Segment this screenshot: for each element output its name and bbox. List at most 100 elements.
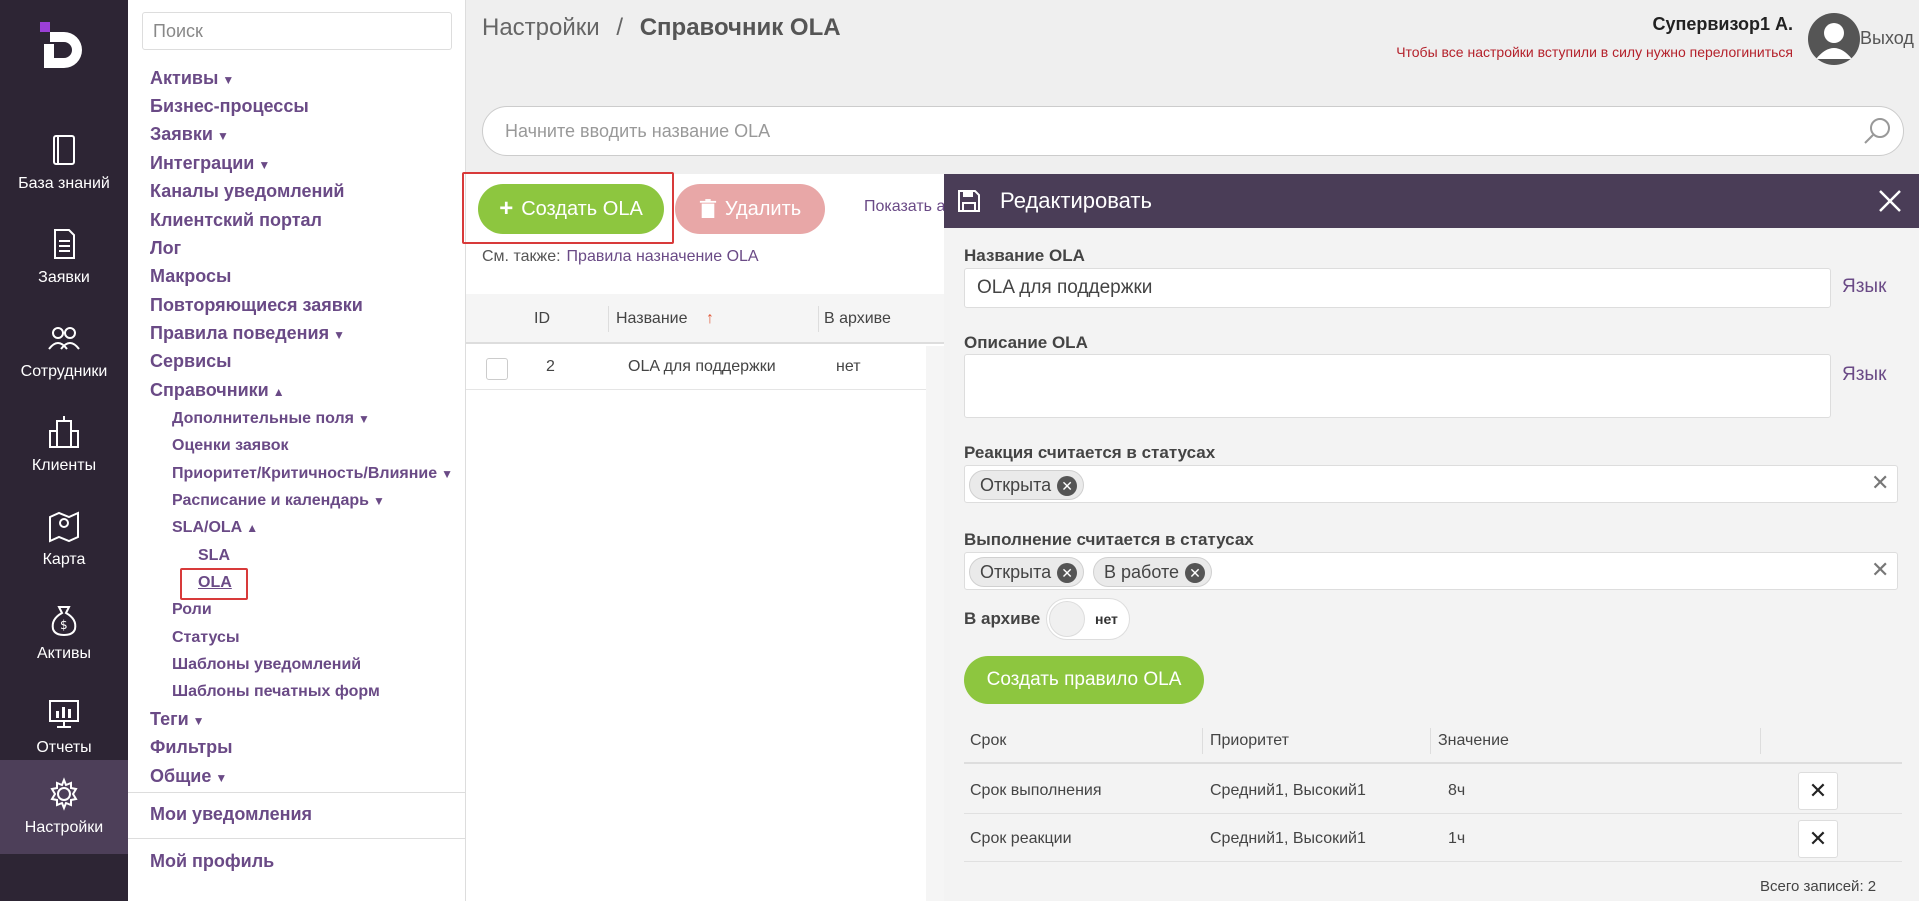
- rail-item-label: Активы: [36, 645, 92, 662]
- clear-icon[interactable]: ✕: [1871, 470, 1889, 496]
- rail-item-requests[interactable]: Заявки: [0, 210, 128, 304]
- sidebar-item-statuses[interactable]: Статусы: [172, 629, 240, 647]
- settings-sidebar: Поиск Активы ▼ Бизнес-процессы Заявки ▼ Ин…: [128, 0, 466, 901]
- delete-rule-button[interactable]: ✕: [1798, 820, 1838, 858]
- sidebar-item-requests[interactable]: Заявки ▼: [150, 124, 229, 145]
- sidebar-item-my-profile[interactable]: Мой профиль: [150, 851, 274, 872]
- table-row[interactable]: 2 OLA для поддержки нет: [466, 346, 944, 390]
- row-checkbox[interactable]: [486, 358, 508, 380]
- sidebar-item-notification-templates[interactable]: Шаблоны уведомлений: [172, 656, 361, 674]
- rule-value: 8ч: [1448, 782, 1466, 799]
- avatar[interactable]: [1808, 13, 1860, 65]
- description-label: Описание OLA: [964, 333, 1088, 352]
- see-also: См. также: Правила назначение OLA: [482, 248, 759, 266]
- description-language-link[interactable]: Язык: [1842, 364, 1886, 386]
- close-icon[interactable]: [1876, 187, 1904, 215]
- sidebar-item-client-portal[interactable]: Клиентский портал: [150, 210, 322, 231]
- close-icon: ✕: [1808, 826, 1828, 851]
- remove-tag-icon[interactable]: ✕: [1057, 563, 1078, 583]
- sidebar-item-log[interactable]: Лог: [150, 238, 181, 259]
- sidebar-item-behavior-rules[interactable]: Правила поведения ▼: [150, 323, 345, 344]
- rail-item-clients[interactable]: Клиенты: [0, 398, 128, 492]
- sidebar-item-my-notifications[interactable]: Мои уведомления: [150, 804, 312, 825]
- column-header-id[interactable]: ID: [534, 310, 550, 328]
- sidebar-item-priority[interactable]: Приоритет/Критичность/Влияние ▼: [172, 465, 453, 483]
- save-icon[interactable]: [958, 190, 980, 212]
- sidebar-item-business-processes[interactable]: Бизнес-процессы: [150, 96, 309, 117]
- ola-table-header: ID Название ↑ В архиве: [466, 294, 944, 344]
- sidebar-item-filters[interactable]: Фильтры: [150, 737, 233, 758]
- column-header-archived[interactable]: В архиве: [824, 310, 891, 328]
- rail-item-employees[interactable]: Сотрудники: [0, 304, 128, 398]
- rail-item-label: Отчеты: [36, 739, 92, 756]
- sidebar-item-extra-fields[interactable]: Дополнительные поля ▼: [172, 410, 370, 428]
- execution-statuses-select[interactable]: Открыта ✕ В работе ✕ ✕: [964, 552, 1898, 590]
- app-logo[interactable]: [40, 22, 88, 70]
- sidebar-item-notification-channels[interactable]: Каналы уведомлений: [150, 181, 344, 202]
- ola-name-field[interactable]: OLA для поддержки: [964, 268, 1831, 308]
- ola-search-input[interactable]: Начните вводить название OLA: [482, 106, 1904, 156]
- sidebar-item-references[interactable]: Справочники ▲: [150, 380, 285, 401]
- delete-rule-button[interactable]: ✕: [1798, 772, 1838, 810]
- create-highlight-box: [462, 172, 674, 244]
- edit-panel-header: Редактировать: [944, 174, 1919, 228]
- table-row[interactable]: Срок выполнения Средний1, Высокий1 8ч ✕: [964, 766, 1902, 814]
- status-tag: Открыта ✕: [969, 557, 1085, 587]
- column-header-value[interactable]: Значение: [1438, 732, 1509, 750]
- sidebar-item-sla[interactable]: SLA: [198, 547, 230, 565]
- remove-tag-icon[interactable]: ✕: [1185, 563, 1206, 583]
- create-ola-rule-button[interactable]: Создать правило OLA: [964, 656, 1204, 704]
- column-header-name[interactable]: Название ↑: [616, 310, 714, 328]
- column-header-priority[interactable]: Приоритет: [1210, 732, 1289, 750]
- sidebar-search-input[interactable]: Поиск: [142, 12, 452, 50]
- gear-icon: [50, 777, 78, 811]
- sidebar-item-schedule[interactable]: Расписание и календарь ▼: [172, 492, 385, 510]
- sidebar-item-integrations[interactable]: Интеграции ▼: [150, 153, 270, 174]
- sidebar-item-general[interactable]: Общие ▼: [150, 766, 227, 787]
- sidebar-item-request-ratings[interactable]: Оценки заявок: [172, 437, 289, 455]
- clear-icon[interactable]: ✕: [1871, 557, 1889, 583]
- edit-panel-title: Редактировать: [1000, 188, 1152, 213]
- show-archive-link[interactable]: Показать а: [864, 198, 944, 216]
- toggle-knob: [1049, 601, 1085, 637]
- user-icon: [1816, 23, 1852, 59]
- column-divider: [818, 306, 819, 332]
- rail-item-settings[interactable]: Настройки: [0, 760, 128, 854]
- sidebar-item-sla-ola[interactable]: SLA/OLA ▲: [172, 519, 258, 537]
- search-icon[interactable]: [1862, 116, 1892, 146]
- rail-item-assets[interactable]: $ Активы: [0, 586, 128, 680]
- logout-link[interactable]: Выход: [1860, 28, 1914, 49]
- breadcrumb-root-link[interactable]: Настройки: [482, 14, 600, 41]
- svg-text:$: $: [60, 618, 68, 632]
- sidebar-item-tags[interactable]: Теги ▼: [150, 709, 205, 730]
- rail-item-knowledge-base[interactable]: База знаний: [0, 116, 128, 210]
- rail-item-map[interactable]: Карта: [0, 492, 128, 586]
- delete-button[interactable]: Удалить: [675, 184, 825, 234]
- rail-item-label: Заявки: [38, 269, 90, 286]
- column-divider: [1202, 728, 1203, 754]
- row-archived: нет: [836, 358, 861, 375]
- sidebar-item-macros[interactable]: Макросы: [150, 266, 231, 287]
- table-scrollbar[interactable]: [926, 346, 944, 901]
- sidebar-item-roles[interactable]: Роли: [172, 601, 212, 619]
- rail-item-label: Сотрудники: [20, 363, 108, 380]
- column-header-term[interactable]: Срок: [970, 732, 1006, 750]
- archive-toggle[interactable]: нет: [1046, 598, 1130, 640]
- remove-tag-icon[interactable]: ✕: [1057, 476, 1078, 496]
- column-divider: [608, 306, 609, 332]
- table-row[interactable]: Срок реакции Средний1, Высокий1 1ч ✕: [964, 814, 1902, 862]
- sidebar-item-recurring-requests[interactable]: Повторяющиеся заявки: [150, 295, 363, 316]
- sidebar-item-print-templates[interactable]: Шаблоны печатных форм: [172, 683, 380, 701]
- column-divider: [1760, 728, 1761, 754]
- sidebar-item-services[interactable]: Сервисы: [150, 351, 232, 372]
- map-icon: [49, 511, 79, 543]
- ola-description-field[interactable]: [964, 354, 1831, 418]
- reaction-statuses-select[interactable]: Открыта ✕ ✕: [964, 465, 1898, 503]
- user-name: Супервизор1 А.: [1652, 14, 1793, 34]
- row-id: 2: [546, 358, 555, 375]
- total-records: Всего записей: 2: [1760, 878, 1877, 895]
- relogin-warning: Чтобы все настройки вступили в силу нужн…: [1396, 44, 1793, 60]
- name-language-link[interactable]: Язык: [1842, 276, 1886, 298]
- sidebar-item-assets[interactable]: Активы ▼: [150, 68, 234, 89]
- see-also-link[interactable]: Правила назначение OLA: [567, 248, 759, 265]
